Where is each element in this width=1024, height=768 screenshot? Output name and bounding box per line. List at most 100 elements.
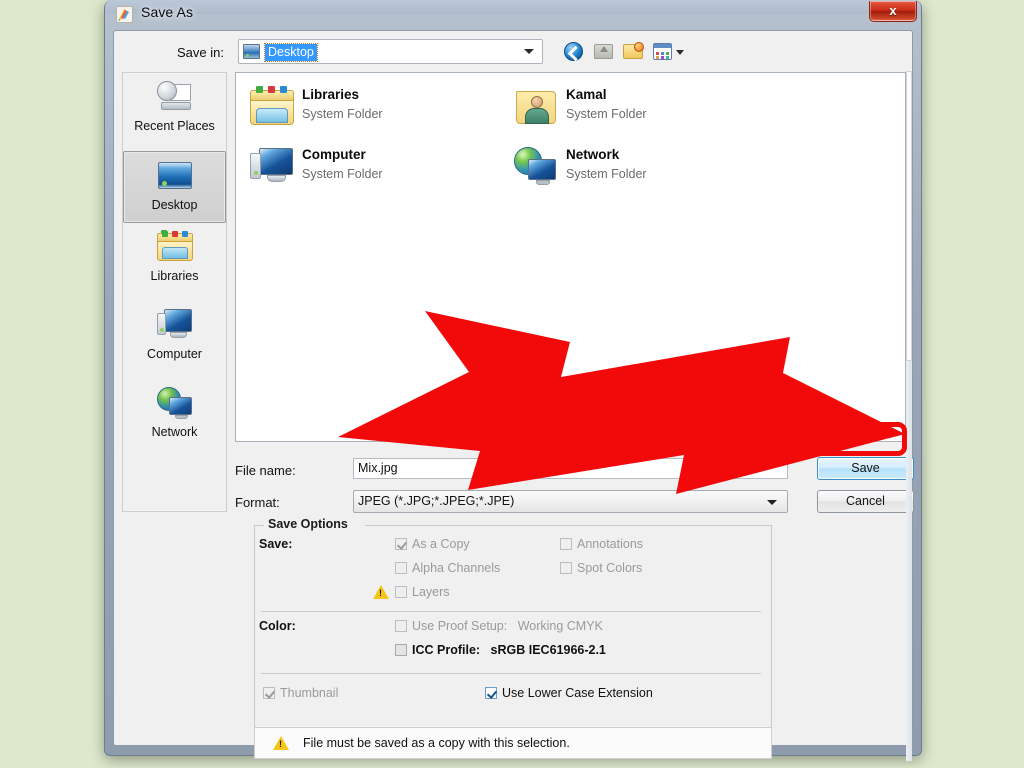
checkbox-thumbnail[interactable]: Thumbnail: [263, 686, 338, 700]
network-icon: [514, 147, 558, 187]
file-type: System Folder: [302, 107, 383, 121]
file-list[interactable]: Libraries System Folder Kamal System Fol…: [235, 72, 906, 442]
file-type: System Folder: [566, 107, 647, 121]
checkbox-label: Use Lower Case Extension: [502, 686, 653, 700]
divider: [261, 611, 761, 612]
icc-profile-value: sRGB IEC61966-2.1: [490, 643, 606, 657]
save-in-label: Save in:: [177, 45, 224, 60]
views-icon[interactable]: [651, 39, 689, 63]
checkbox-label: Spot Colors: [577, 561, 643, 575]
dialog-scrollbar[interactable]: [906, 71, 912, 761]
save-as-dialog: Save As x Save in: Desktop Recent Places…: [104, 0, 922, 761]
scrollbar-thumb[interactable]: [906, 71, 912, 361]
sidebar-item-label: Recent Places: [134, 119, 215, 133]
new-folder-icon[interactable]: [621, 39, 646, 63]
checkbox-label: As a Copy: [412, 537, 470, 551]
cancel-button[interactable]: Cancel: [817, 490, 914, 513]
desktop-icon: [243, 44, 260, 59]
format-label: Format:: [235, 495, 280, 510]
list-item[interactable]: Computer System Folder: [242, 141, 512, 197]
warning-message-box: File must be saved as a copy with this s…: [254, 727, 772, 759]
network-icon: [155, 385, 195, 423]
file-name-input[interactable]: Mix.jpg: [353, 458, 788, 479]
checkbox-layers[interactable]: Layers: [373, 585, 450, 599]
window-title: Save As: [141, 4, 194, 20]
file-type: System Folder: [566, 167, 647, 181]
back-icon[interactable]: [561, 39, 586, 63]
save-in-value: Desktop: [264, 43, 318, 62]
close-icon: x: [889, 3, 897, 18]
places-bar: Recent Places Desktop Libraries Computer…: [122, 72, 227, 512]
checkbox-box: [560, 538, 572, 550]
checkbox-label: Alpha Channels: [412, 561, 501, 575]
sidebar-item-computer[interactable]: Computer: [123, 307, 226, 379]
checkbox-alpha-channels[interactable]: Alpha Channels: [395, 561, 500, 575]
checkbox-label: Layers: [412, 585, 450, 599]
sidebar-item-label: Desktop: [151, 198, 198, 212]
chevron-down-icon[interactable]: [676, 50, 684, 55]
save-options-title: Save Options: [265, 517, 351, 531]
checkbox-label: Use Proof Setup:: [412, 619, 508, 633]
sidebar-item-label: Computer: [147, 347, 202, 361]
color-label: Color:: [259, 619, 296, 633]
checkbox-box: [395, 644, 407, 656]
checkbox-box: [485, 687, 497, 699]
file-name: Kamal: [566, 87, 607, 102]
save-label: Save:: [259, 537, 293, 551]
warning-triangle-icon: [273, 736, 289, 750]
sidebar-item-label: Network: [151, 425, 198, 439]
checkbox-annotations[interactable]: Annotations: [560, 537, 643, 551]
libraries-icon: [155, 229, 195, 267]
computer-icon: [155, 307, 195, 345]
warning-message: File must be saved as a copy with this s…: [303, 736, 570, 750]
file-name: Network: [566, 147, 620, 162]
checkbox-box: [395, 620, 407, 632]
photoshop-icon: [116, 6, 133, 23]
chevron-down-icon[interactable]: [767, 500, 777, 505]
checkbox-as-a-copy[interactable]: As a Copy: [395, 537, 470, 551]
chevron-down-icon[interactable]: [524, 49, 534, 54]
checkbox-label: Thumbnail: [280, 686, 339, 700]
list-item[interactable]: Network System Folder: [506, 141, 776, 197]
recent-places-icon: [155, 79, 195, 117]
file-name: Computer: [302, 147, 366, 162]
checkbox-label: Annotations: [577, 537, 644, 551]
computer-icon: [250, 147, 294, 187]
dialog-client-area: Save in: Desktop Recent Places Desktop L…: [113, 30, 914, 761]
save-button[interactable]: Save: [817, 457, 914, 480]
checkbox-label: ICC Profile:: [412, 643, 481, 657]
checkbox-icc-profile[interactable]: ICC Profile: sRGB IEC61966-2.1: [395, 643, 606, 657]
format-select[interactable]: JPEG (*.JPG;*.JPEG;*.JPE): [353, 490, 788, 513]
checkbox-box: [560, 562, 572, 574]
sidebar-item-label: Libraries: [150, 269, 199, 283]
save-options-group: Save Options Save: As a Copy Annotations…: [254, 517, 772, 731]
file-type: System Folder: [302, 167, 383, 181]
file-name-label: File name:: [235, 463, 296, 478]
checkbox-spot-colors[interactable]: Spot Colors: [560, 561, 642, 575]
title-bar[interactable]: Save As x: [105, 0, 921, 29]
checkbox-box: [395, 586, 407, 598]
checkbox-use-lower-case-extension[interactable]: Use Lower Case Extension: [485, 686, 653, 700]
up-folder-icon[interactable]: [591, 39, 616, 63]
warning-triangle-icon: [373, 585, 389, 599]
close-button[interactable]: x: [869, 1, 917, 22]
user-folder-icon: [514, 87, 558, 127]
list-item[interactable]: Kamal System Folder: [506, 81, 776, 137]
sidebar-item-recent-places[interactable]: Recent Places: [123, 79, 226, 151]
checkbox-use-proof-setup[interactable]: Use Proof Setup: Working CMYK: [395, 619, 603, 633]
list-item[interactable]: Libraries System Folder: [242, 81, 512, 137]
title-bar-glass: [105, 0, 921, 14]
checkbox-box: [263, 687, 275, 699]
proof-setup-value: Working CMYK: [517, 619, 603, 633]
checkbox-box: [395, 538, 407, 550]
desktop-icon: [155, 158, 195, 196]
sidebar-item-desktop[interactable]: Desktop: [123, 151, 226, 223]
sidebar-item-network[interactable]: Network: [123, 385, 226, 457]
file-name: Libraries: [302, 87, 360, 102]
libraries-folder-icon: [250, 86, 294, 127]
checkbox-box: [395, 562, 407, 574]
sidebar-item-libraries[interactable]: Libraries: [123, 229, 226, 301]
format-value: JPEG (*.JPG;*.JPEG;*.JPE): [358, 494, 515, 508]
save-button-highlight: [806, 422, 907, 456]
save-in-combobox[interactable]: Desktop: [238, 39, 543, 64]
